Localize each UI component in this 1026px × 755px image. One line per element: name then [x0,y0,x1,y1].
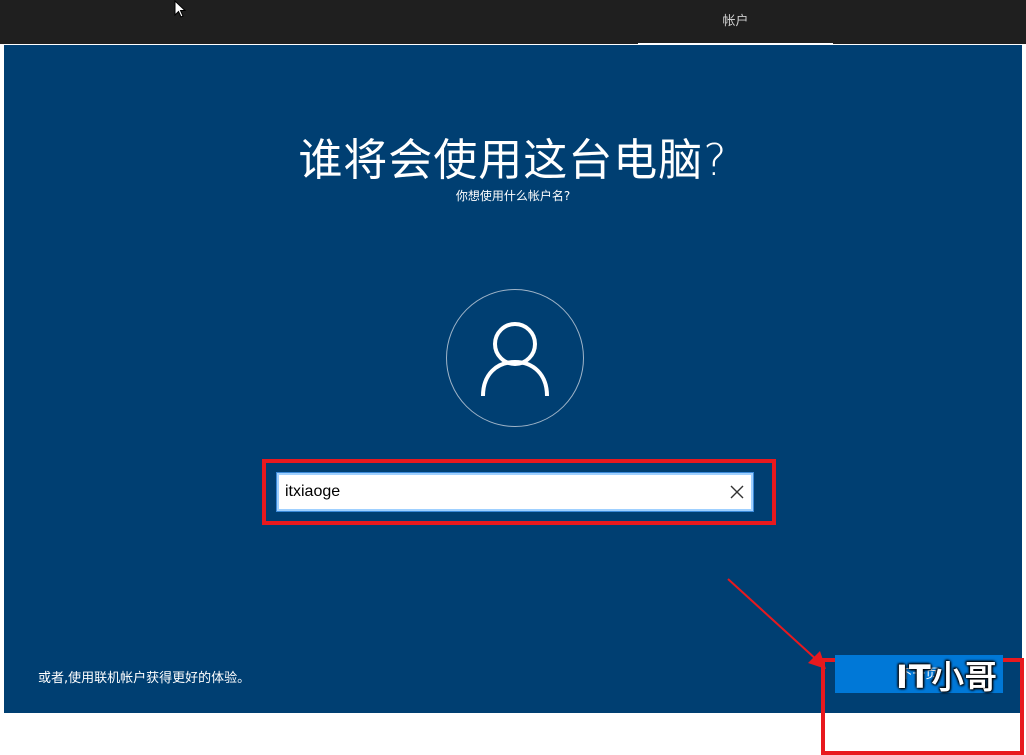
top-bar: 帐户 [0,0,1026,45]
page-subtitle: 你想使用什么帐户名? [455,189,571,203]
page-title: 谁将会使用这台电脑? [298,135,728,186]
username-field[interactable] [276,472,754,512]
setup-panel: 谁将会使用这台电脑? 你想使用什么帐户名? 或者,使用联机帐户获得更好的体验。 … [4,45,1024,755]
close-icon[interactable] [727,482,747,502]
watermark-logo: IT小哥 [896,658,998,696]
person-icon [481,322,549,397]
username-input[interactable] [285,473,715,511]
annotation-arrow-icon [727,578,826,669]
tab-account: 帐户 [722,14,749,29]
avatar [446,289,584,427]
mouse-cursor-icon [174,0,187,18]
online-account-link[interactable]: 或者,使用联机帐户获得更好的体验。 [38,667,250,686]
